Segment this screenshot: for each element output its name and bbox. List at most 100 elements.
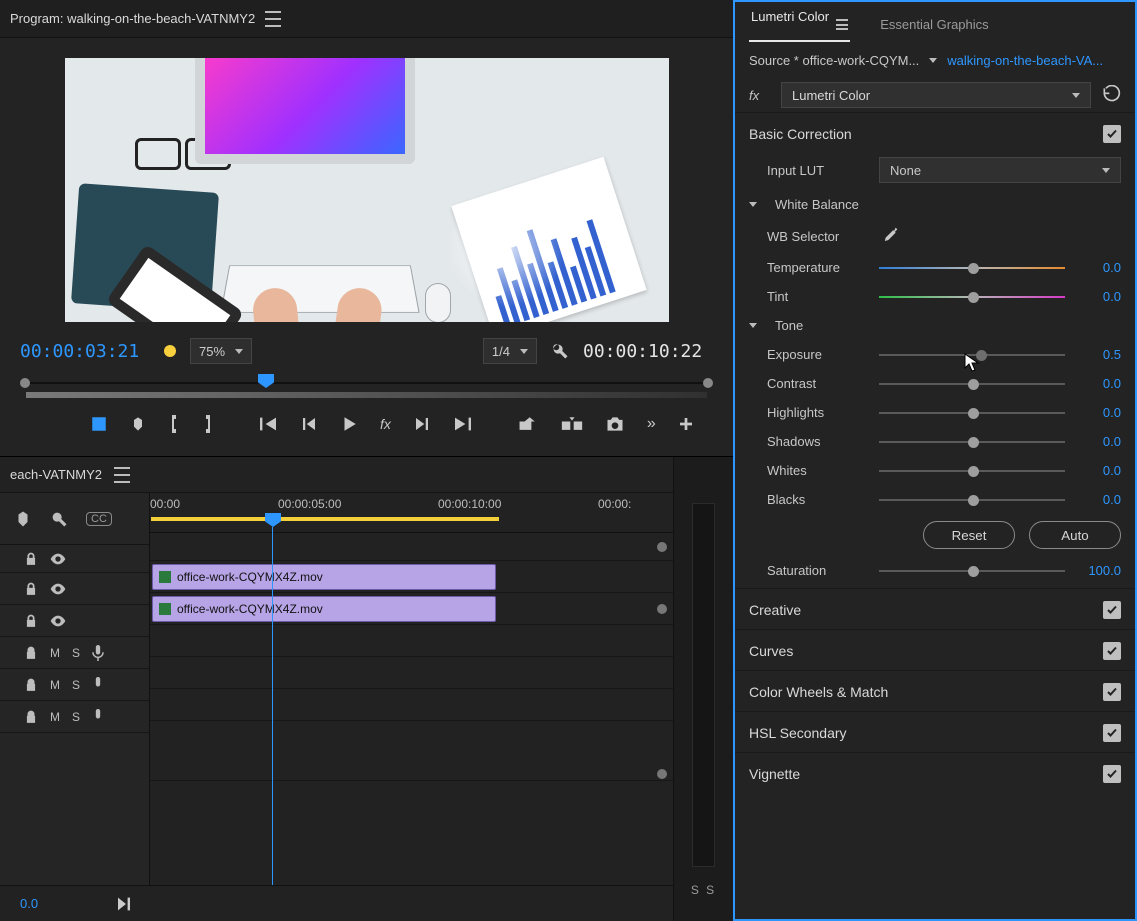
mute-toggle[interactable]: M — [50, 646, 60, 660]
mic-icon[interactable] — [92, 645, 104, 661]
panel-menu-icon[interactable] — [265, 11, 281, 27]
program-scrubber[interactable] — [20, 378, 713, 388]
section-toggle-checkbox[interactable] — [1103, 724, 1121, 742]
captions-icon[interactable]: CC — [86, 512, 112, 526]
input-lut-dropdown[interactable]: None — [879, 157, 1121, 183]
timeline-wrench-icon[interactable] — [50, 510, 68, 528]
reset-effect-icon[interactable] — [1101, 85, 1121, 105]
video-preview[interactable] — [65, 58, 669, 322]
effect-selector[interactable]: Lumetri Color — [781, 82, 1091, 108]
blacks-slider[interactable] — [879, 493, 1065, 507]
section-toggle-checkbox[interactable] — [1103, 642, 1121, 660]
export-frame-icon[interactable] — [605, 414, 625, 434]
lock-icon[interactable] — [24, 646, 38, 660]
whites-value[interactable]: 0.0 — [1075, 463, 1121, 478]
auto-button[interactable]: Auto — [1029, 521, 1121, 549]
mute-toggle[interactable]: M — [50, 710, 60, 724]
contrast-slider[interactable] — [879, 377, 1065, 391]
tab-essential-graphics[interactable]: Essential Graphics — [878, 17, 990, 42]
eye-icon[interactable] — [50, 583, 66, 595]
fx-icon[interactable]: fx — [380, 414, 391, 434]
timeline-tracks-area[interactable]: 00:00 00:00:05:00 00:00:10:00 00:00: off… — [150, 493, 673, 885]
step-forward-icon[interactable] — [413, 414, 431, 434]
lock-icon[interactable] — [24, 614, 38, 628]
skip-end-icon[interactable] — [118, 897, 134, 911]
section-creative[interactable]: Creative — [735, 588, 1135, 629]
highlights-value[interactable]: 0.0 — [1075, 405, 1121, 420]
resolution-dropdown[interactable]: 1/4 — [483, 338, 537, 364]
eyedropper-icon[interactable] — [879, 226, 899, 246]
zoom-dropdown[interactable]: 75% — [190, 338, 252, 364]
more-icon[interactable]: » — [647, 414, 656, 434]
extract-icon[interactable] — [561, 414, 583, 434]
current-timecode[interactable]: 00:00:03:21 — [20, 341, 150, 362]
saturation-value[interactable]: 100.0 — [1075, 563, 1121, 578]
mic-icon[interactable] — [92, 677, 104, 693]
step-back-icon[interactable] — [300, 414, 318, 434]
shadows-slider[interactable] — [879, 435, 1065, 449]
lift-icon[interactable] — [517, 414, 539, 434]
audio-clip[interactable]: office-work-CQYMX4Z.mov — [152, 596, 496, 622]
timeline-tab[interactable]: each-VATNMY2 — [10, 467, 102, 482]
twist-down-icon[interactable] — [749, 202, 757, 207]
marker-icon[interactable] — [130, 414, 146, 434]
lock-icon[interactable] — [24, 678, 38, 692]
highlights-slider[interactable] — [879, 406, 1065, 420]
sequence-link[interactable]: walking-on-the-beach-VA... — [947, 53, 1103, 68]
video-clip[interactable]: office-work-CQYMX4Z.mov — [152, 564, 496, 590]
solo-toggle[interactable]: S — [72, 710, 80, 724]
mute-toggle[interactable]: M — [50, 678, 60, 692]
reset-button[interactable]: Reset — [923, 521, 1015, 549]
add-button-icon[interactable] — [678, 414, 694, 434]
tint-value[interactable]: 0.0 — [1075, 289, 1121, 304]
section-color-wheels[interactable]: Color Wheels & Match — [735, 670, 1135, 711]
timeline-zoom-value[interactable]: 0.0 — [20, 896, 38, 911]
lock-icon[interactable] — [24, 552, 38, 566]
go-to-out-icon[interactable] — [453, 414, 473, 434]
timeline-ruler[interactable]: 00:00 00:00:05:00 00:00:10:00 00:00: — [150, 493, 673, 533]
mark-out-icon[interactable] — [202, 414, 214, 434]
eye-icon[interactable] — [50, 615, 66, 627]
exposure-value[interactable]: 0.5 — [1075, 347, 1121, 362]
eye-icon[interactable] — [50, 553, 66, 565]
zoom-bar[interactable] — [26, 392, 707, 398]
lock-icon[interactable] — [24, 710, 38, 724]
chevron-down-icon[interactable] — [929, 58, 937, 63]
section-toggle-checkbox[interactable] — [1103, 765, 1121, 783]
twist-down-icon[interactable] — [749, 323, 757, 328]
settings-wrench-icon[interactable] — [551, 342, 569, 360]
section-toggle-checkbox[interactable] — [1103, 683, 1121, 701]
play-icon[interactable] — [340, 414, 358, 434]
exposure-slider[interactable] — [879, 348, 1065, 362]
solo-toggle[interactable]: S — [72, 678, 80, 692]
temperature-value[interactable]: 0.0 — [1075, 260, 1121, 275]
saturation-slider[interactable] — [879, 564, 1065, 578]
mark-in-icon[interactable] — [168, 414, 180, 434]
section-toggle-checkbox[interactable] — [1103, 125, 1121, 143]
timeline-marker-icon[interactable] — [14, 510, 32, 528]
solo-toggle[interactable]: S — [72, 646, 80, 660]
tab-lumetri-color[interactable]: Lumetri Color — [749, 9, 850, 42]
section-title[interactable]: Basic Correction — [749, 126, 852, 142]
white-balance-header[interactable]: White Balance — [775, 197, 859, 212]
section-toggle-checkbox[interactable] — [1103, 601, 1121, 619]
whites-slider[interactable] — [879, 464, 1065, 478]
section-vignette[interactable]: Vignette — [735, 752, 1135, 793]
mic-icon[interactable] — [92, 709, 104, 725]
whites-label: Whites — [767, 463, 869, 478]
add-marker-icon[interactable] — [90, 414, 108, 434]
tone-header[interactable]: Tone — [775, 318, 803, 333]
panel-menu-icon[interactable] — [836, 19, 848, 30]
go-to-in-icon[interactable] — [258, 414, 278, 434]
temperature-slider[interactable] — [879, 261, 1065, 275]
tint-slider[interactable] — [879, 290, 1065, 304]
panel-menu-icon[interactable] — [114, 467, 130, 483]
blacks-value[interactable]: 0.0 — [1075, 492, 1121, 507]
shadows-value[interactable]: 0.0 — [1075, 434, 1121, 449]
timeline-playhead-icon[interactable] — [265, 513, 281, 527]
section-hsl-secondary[interactable]: HSL Secondary — [735, 711, 1135, 752]
lock-icon[interactable] — [24, 582, 38, 596]
playhead-icon[interactable] — [258, 374, 274, 388]
contrast-value[interactable]: 0.0 — [1075, 376, 1121, 391]
section-curves[interactable]: Curves — [735, 629, 1135, 670]
